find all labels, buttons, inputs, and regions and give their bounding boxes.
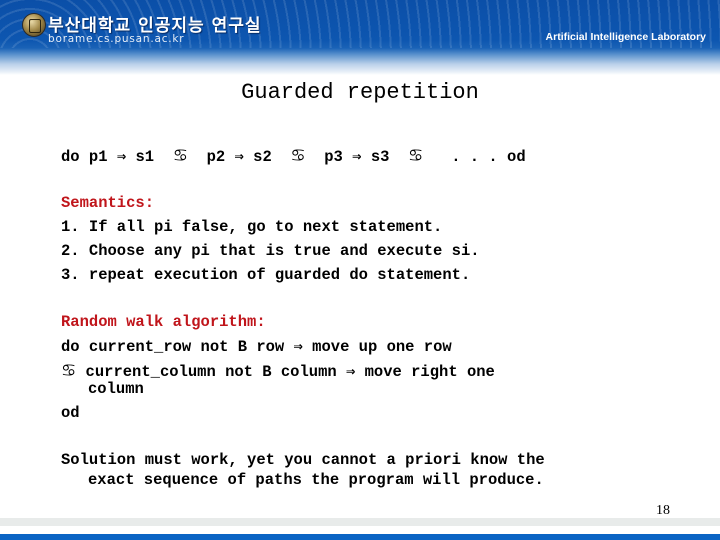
- guard-separator-icon: ♋: [408, 146, 424, 166]
- arrow-icon: ⇒: [352, 148, 362, 166]
- page-number: 18: [656, 503, 670, 518]
- stmt-s2: s2: [253, 148, 272, 166]
- university-seal-icon: [22, 13, 46, 37]
- slide-title: Guarded repetition: [241, 80, 479, 105]
- conclusion-line: Solution must work, yet you cannot a pri…: [61, 451, 545, 469]
- random-walk-heading: Random walk algorithm:: [61, 313, 266, 331]
- keyword-do: do: [61, 148, 80, 166]
- ellipsis: . . .: [451, 148, 498, 166]
- conclusion-line: exact sequence of paths the program will…: [88, 471, 544, 489]
- lab-url: borame.cs.pusan.ac.kr: [48, 33, 185, 45]
- footer-gray-bar: [0, 518, 720, 526]
- stmt-s1: s1: [135, 148, 155, 166]
- semantics-item: 2. Choose any pi that is true and execut…: [61, 242, 480, 260]
- guard-separator-icon: ♋: [61, 361, 77, 381]
- guarded-do-line: do p1 ⇒ s1 ♋ p2 ⇒ s2 ♋ p3 ⇒ s3 ♋ . . . o…: [61, 146, 526, 166]
- header-banner: 부산대학교 인공지능 연구실 borame.cs.pusan.ac.kr Art…: [0, 0, 720, 75]
- random-walk-line: ♋ current_column not B column ⇒ move rig…: [61, 361, 495, 381]
- guard-p1: p1: [88, 148, 108, 166]
- semantics-item: 1. If all pi false, go to next statement…: [61, 218, 443, 236]
- keyword-od: od: [507, 148, 526, 166]
- semantics-item: 3. repeat execution of guarded do statem…: [61, 266, 471, 284]
- arrow-icon: ⇒: [234, 148, 244, 166]
- guard-separator-icon: ♋: [290, 146, 306, 166]
- lab-name: Artificial Intelligence Laboratory: [545, 31, 706, 43]
- semantics-heading: Semantics:: [61, 194, 155, 212]
- stmt-s3: s3: [370, 148, 390, 166]
- guard-p2: p2: [206, 148, 226, 166]
- arrow-icon: ⇒: [116, 148, 127, 166]
- footer-blue-bar: [0, 534, 720, 540]
- random-walk-line: od: [61, 404, 80, 422]
- random-walk-line: do current_row not B row ⇒ move up one r…: [61, 338, 452, 356]
- guard-separator-icon: ♋: [172, 146, 188, 166]
- random-walk-line-text: current_column not B column ⇒ move right…: [76, 363, 495, 381]
- random-walk-line-cont: column: [88, 380, 144, 398]
- guard-p3: p3: [324, 148, 343, 166]
